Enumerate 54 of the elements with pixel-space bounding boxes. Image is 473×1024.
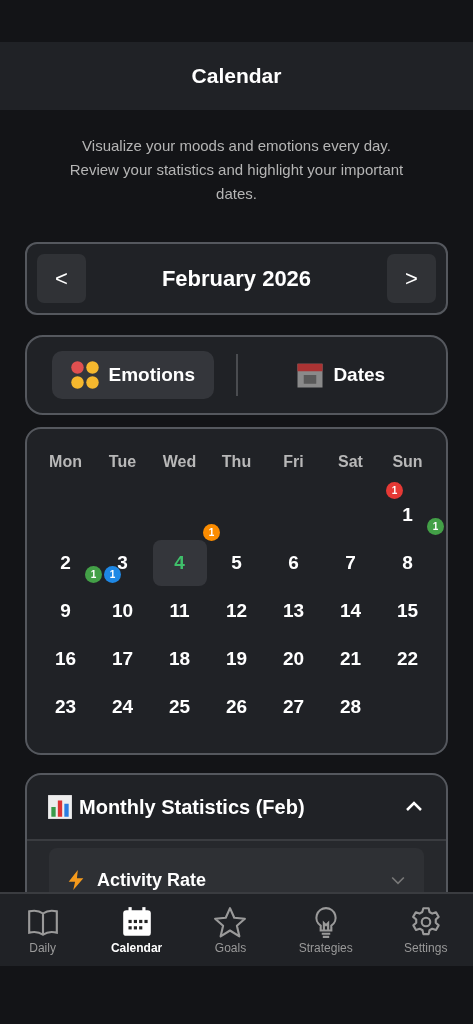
count-badge: 1 bbox=[386, 482, 403, 499]
calendar-day[interactable]: 9 bbox=[38, 588, 93, 634]
nav-tab[interactable]: Calendar bbox=[106, 905, 167, 955]
calendar-day[interactable]: 25 bbox=[152, 684, 207, 730]
nav-tab[interactable]: Goals bbox=[209, 905, 252, 955]
calendar-day[interactable]: 16 bbox=[38, 636, 93, 682]
weekday-label: Sat bbox=[337, 453, 364, 471]
calendar-day[interactable]: 20 bbox=[266, 636, 321, 682]
page-title: Calendar bbox=[191, 64, 282, 88]
calendar-day[interactable]: 10 bbox=[95, 588, 150, 634]
next-month-button[interactable]: > bbox=[387, 254, 436, 303]
statistics-title: Monthly Statistics (Feb) bbox=[79, 795, 306, 819]
calendar-day[interactable]: 18 bbox=[152, 636, 207, 682]
calendar-day[interactable]: 8 bbox=[380, 540, 435, 586]
count-badge: 1 bbox=[427, 518, 444, 535]
nav-tab[interactable]: Settings bbox=[400, 905, 452, 955]
mode-tab[interactable]: Emotions bbox=[52, 351, 214, 399]
calendar-day[interactable]: 19 bbox=[209, 636, 264, 682]
calendar-day[interactable]: 13 bbox=[266, 588, 321, 634]
calendar-day[interactable]: 21 bbox=[323, 636, 378, 682]
nav-tab[interactable]: Strategies bbox=[294, 905, 357, 955]
month-label: February 2026 bbox=[161, 265, 312, 292]
nav-tab[interactable]: Daily bbox=[21, 905, 64, 955]
count-badge: 1 bbox=[85, 566, 102, 583]
calendar-day[interactable]: 11 bbox=[152, 588, 207, 634]
calendar-day[interactable]: 28 bbox=[323, 684, 378, 730]
weekday-label: Thu bbox=[220, 453, 253, 471]
calendar-day[interactable]: 4 bbox=[152, 540, 207, 586]
star-icon bbox=[213, 905, 248, 939]
weekday-label: Tue bbox=[107, 453, 138, 471]
calendar-day[interactable]: 12 bbox=[209, 588, 264, 634]
weekday-label: Mon bbox=[48, 453, 83, 471]
weekday-label: Fri bbox=[282, 453, 305, 471]
statistic-label: Activity Rate bbox=[97, 869, 208, 891]
mode-tab[interactable]: Dates bbox=[259, 351, 421, 399]
calendar-day[interactable]: 14 bbox=[323, 588, 378, 634]
intro-text: Visualize your moods and emotions every day. Review your statistics and highlight your important dates. bbox=[68, 136, 405, 204]
calendar-day[interactable]: 26 bbox=[209, 684, 264, 730]
calendar-day[interactable]: 23 bbox=[38, 684, 93, 730]
calendar-day[interactable]: 17 bbox=[95, 636, 150, 682]
calendar-day[interactable]: 6 bbox=[266, 540, 321, 586]
count-badge: 1 bbox=[203, 524, 220, 541]
weekday-label: Wed bbox=[161, 453, 198, 471]
calendar-day[interactable]: 24 bbox=[95, 684, 150, 730]
statistic-row[interactable]: Activity Rate bbox=[49, 848, 424, 892]
calendar-day[interactable]: 15 bbox=[380, 588, 435, 634]
previous-month-button[interactable]: < bbox=[37, 254, 86, 303]
bar-chart-icon bbox=[47, 794, 73, 820]
emoji-faces-icon bbox=[70, 360, 101, 390]
calendar-day[interactable]: 5 bbox=[209, 540, 264, 586]
calendar-day[interactable]: 7 bbox=[323, 540, 378, 586]
weekday-label: Sun bbox=[391, 453, 424, 471]
calendar-day[interactable]: 22 bbox=[380, 636, 435, 682]
calendar-day[interactable]: 27 bbox=[266, 684, 321, 730]
